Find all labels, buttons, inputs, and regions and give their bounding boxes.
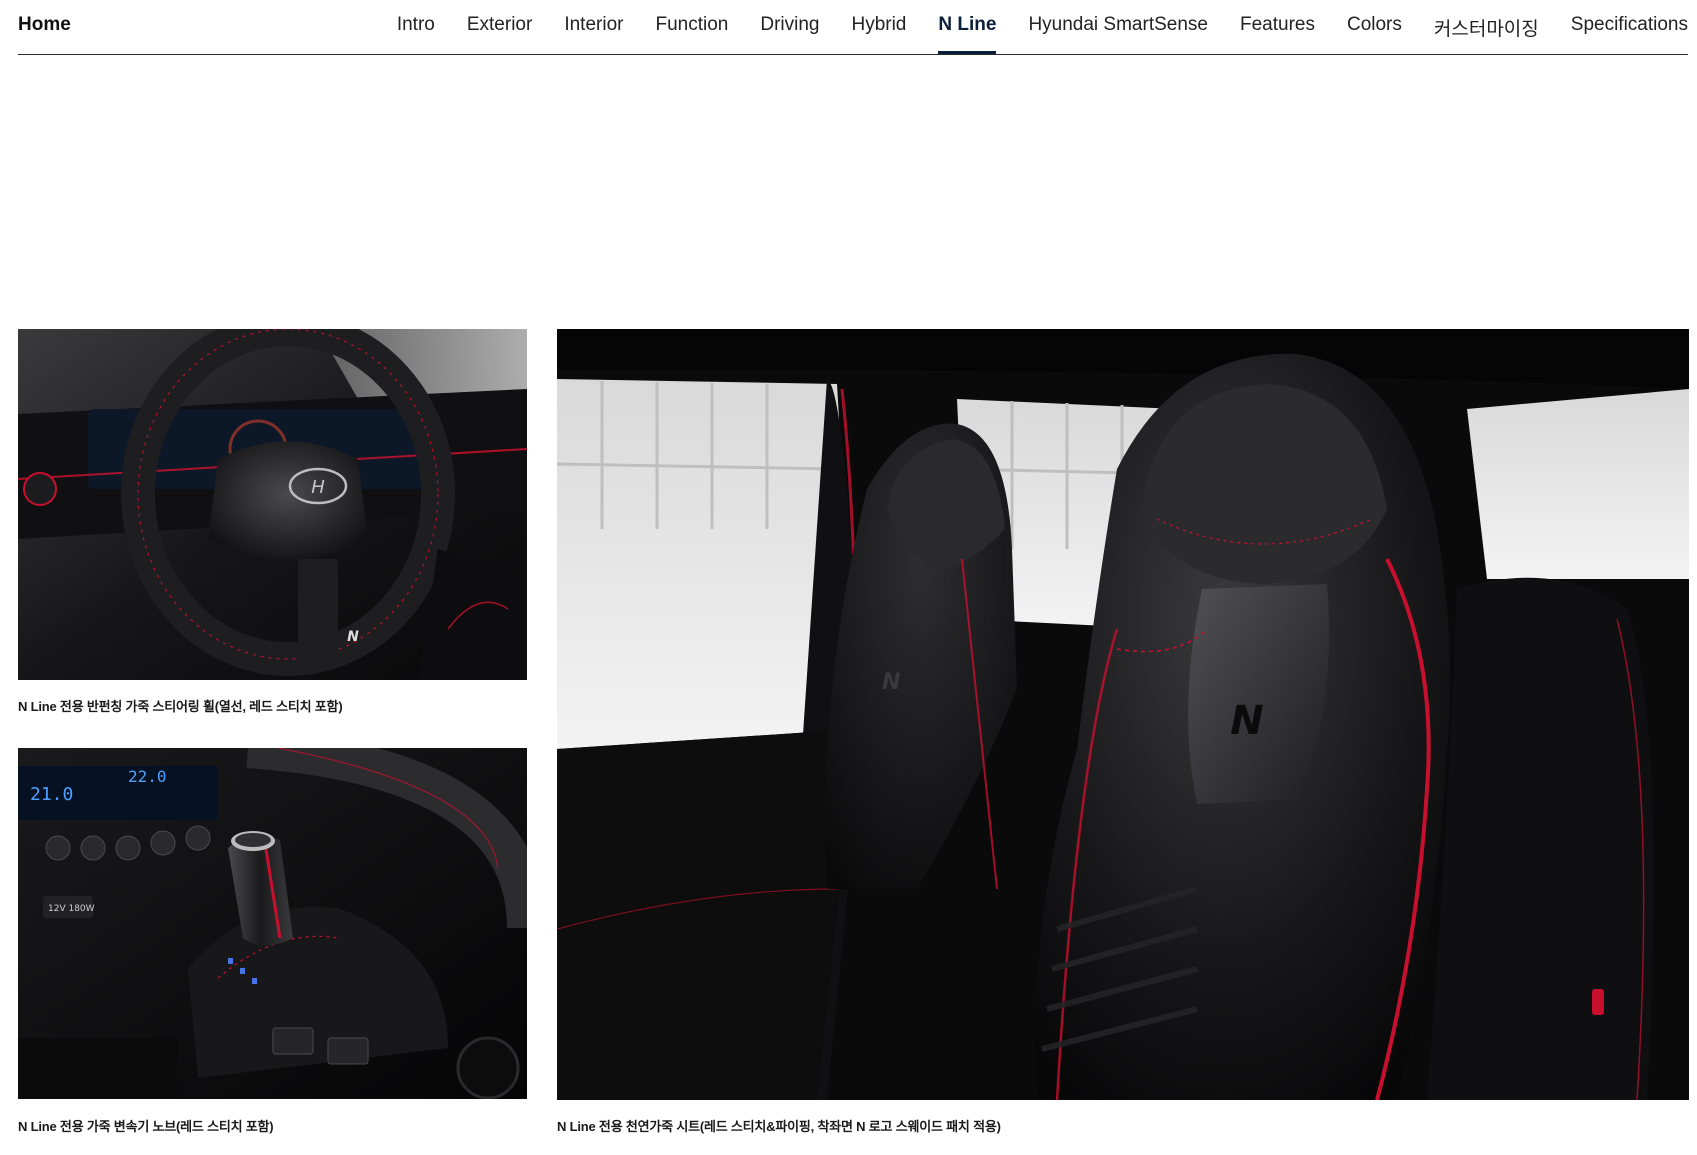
- page: Home Intro Exterior Interior Function Dr…: [0, 0, 1697, 1155]
- nav-tabs: Intro Exterior Interior Function Driving…: [397, 0, 1688, 54]
- tab-hyundai-smartsense[interactable]: Hyundai SmartSense: [1028, 0, 1208, 54]
- tab-customizing[interactable]: 커스터마이징: [1434, 0, 1539, 54]
- n-logo-steering: N: [347, 629, 359, 645]
- tab-colors[interactable]: Colors: [1347, 0, 1402, 54]
- home-link[interactable]: Home: [18, 14, 71, 36]
- steering-wheel-caption: N Line 전용 반펀칭 가죽 스티어링 휠(열선, 레드 스티치 포함): [18, 699, 343, 714]
- tab-exterior[interactable]: Exterior: [467, 0, 532, 54]
- tab-features[interactable]: Features: [1240, 0, 1315, 54]
- tab-driving[interactable]: Driving: [760, 0, 819, 54]
- usb-label: 12V 180W: [48, 904, 95, 914]
- steering-wheel-photo: H N: [18, 329, 527, 680]
- seats-photo: N N: [557, 329, 1689, 1100]
- gear-shifter-caption: N Line 전용 가죽 변속기 노브(레드 스티치 포함): [18, 1119, 274, 1134]
- climate-temp-right: 22.0: [128, 767, 167, 786]
- seats-caption: N Line 전용 천연가죽 시트(레드 스티치&파이핑, 착좌면 N 로고 스…: [557, 1119, 1001, 1134]
- tab-function[interactable]: Function: [655, 0, 728, 54]
- tab-intro[interactable]: Intro: [397, 0, 435, 54]
- hyundai-logo: H: [311, 477, 325, 498]
- n-logo-front-seat: N: [1230, 698, 1263, 744]
- gear-shifter-photo: 21.0 22.0 12V 180W: [18, 748, 527, 1099]
- tab-hybrid[interactable]: Hybrid: [851, 0, 906, 54]
- climate-temp-left: 21.0: [30, 784, 73, 805]
- top-navigation: Home Intro Exterior Interior Function Dr…: [18, 0, 1688, 55]
- tab-specifications[interactable]: Specifications: [1571, 0, 1688, 54]
- tab-n-line[interactable]: N Line: [938, 0, 997, 54]
- n-logo-rear-seat: N: [882, 670, 900, 695]
- tab-interior[interactable]: Interior: [564, 0, 623, 54]
